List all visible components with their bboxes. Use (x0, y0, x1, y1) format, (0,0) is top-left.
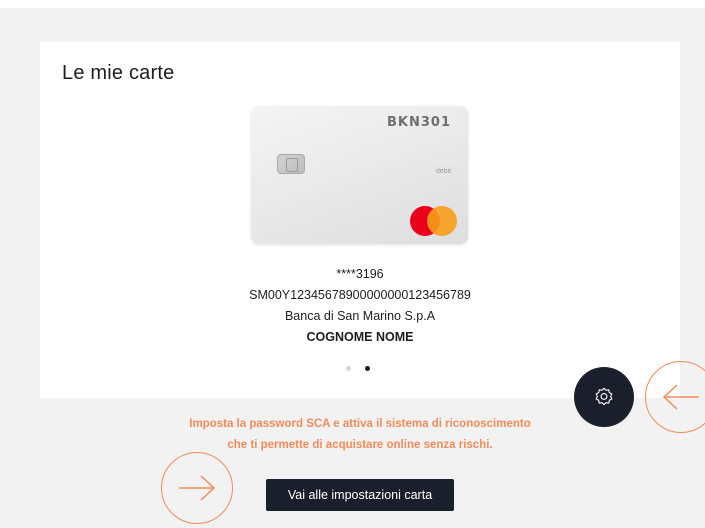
page-title: Le mie carte (62, 62, 175, 84)
carousel-dot-1[interactable] (346, 366, 351, 371)
cards-panel: Le mie carte BKN301 debit ****3196 SM00Y… (40, 42, 680, 398)
bank-name: Banca di San Marino S.p.A (284, 309, 436, 323)
mastercard-icon (410, 206, 458, 236)
chip-icon (277, 154, 305, 174)
arrow-right-icon (179, 475, 216, 501)
sca-notice-line-1: Imposta la password SCA e attiva il sist… (189, 418, 531, 430)
sca-notice: Imposta la password SCA e attiva il sist… (120, 414, 600, 456)
card-iban: SM00Y12345678900000000123456789 (249, 288, 471, 302)
card-holder-name: COGNOME NOME (306, 330, 414, 344)
gear-icon (595, 387, 613, 406)
top-strip (0, 0, 705, 8)
card-masked-number: ****3196 (336, 267, 384, 281)
carousel-dots (346, 366, 370, 371)
card-brand-logo: BKN301 (387, 115, 451, 130)
card-type-label: debit (435, 168, 451, 175)
carousel-dot-2[interactable] (365, 366, 370, 371)
next-card-button[interactable] (161, 452, 233, 524)
prev-card-button[interactable] (645, 361, 705, 433)
payment-card[interactable]: BKN301 debit (251, 106, 468, 244)
arrow-left-icon (662, 384, 699, 410)
card-details: ****3196 SM00Y12345678900000000123456789… (40, 264, 680, 348)
card-settings-button[interactable]: Vai alle impostazioni carta (266, 479, 454, 511)
